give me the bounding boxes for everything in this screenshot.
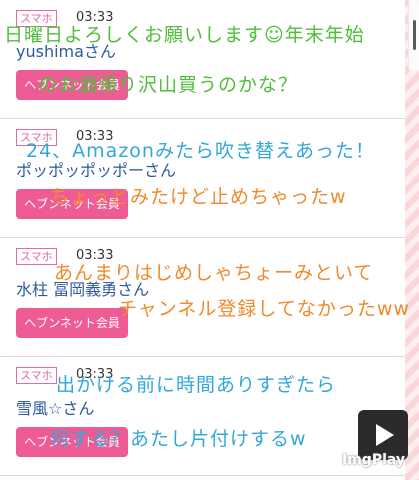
user-name[interactable]: yushimaさん xyxy=(16,38,116,62)
device-tag: スマホ xyxy=(16,129,57,146)
decorative-strip xyxy=(405,0,419,480)
device-tag: スマホ xyxy=(16,248,57,265)
scrollbar[interactable] xyxy=(408,0,419,70)
list-item[interactable]: スマホ 03:33 yushimaさん ヘブンネット会員 xyxy=(0,0,405,119)
timestamp: 03:33 xyxy=(76,129,114,144)
user-name[interactable]: 水柱 冨岡義勇さん xyxy=(16,276,149,300)
timestamp: 03:33 xyxy=(76,367,114,382)
list-item[interactable]: スマホ 03:33 ポッポッポッポーさん ヘブンネット会員 xyxy=(0,119,405,238)
member-badge: ヘブンネット会員 xyxy=(16,308,128,338)
watermark: ImgPlay xyxy=(342,452,406,468)
timestamp: 03:33 xyxy=(76,10,114,25)
timestamp: 03:33 xyxy=(76,248,114,263)
play-icon xyxy=(376,424,394,446)
user-name[interactable]: 雪風☆さん xyxy=(16,395,94,419)
device-tag: スマホ xyxy=(16,10,57,27)
user-name[interactable]: ポッポッポッポーさん xyxy=(16,157,176,181)
message-list: スマホ 03:33 yushimaさん ヘブンネット会員 スマホ 03:33 ポ… xyxy=(0,0,405,480)
list-item[interactable]: スマホ 03:33 水柱 冨岡義勇さん ヘブンネット会員 xyxy=(0,238,405,357)
device-tag: スマホ xyxy=(16,367,57,384)
scrollbar-thumb[interactable] xyxy=(413,20,416,50)
member-badge: ヘブンネット会員 xyxy=(16,70,128,100)
member-badge: ヘブンネット会員 xyxy=(16,189,128,219)
member-badge: ヘブンネット会員 xyxy=(16,427,128,457)
